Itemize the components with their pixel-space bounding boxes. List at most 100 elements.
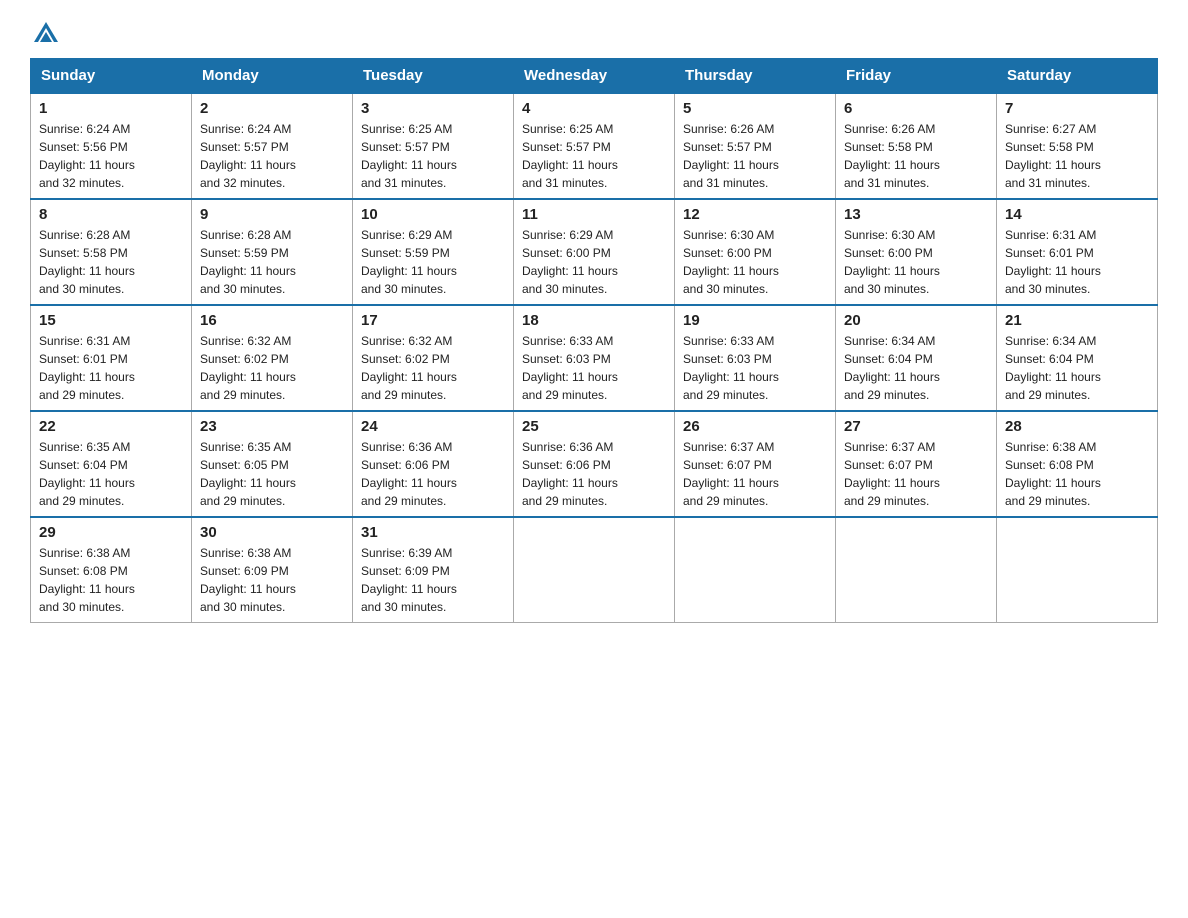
day-number: 24: [361, 418, 505, 435]
day-number: 28: [1005, 418, 1149, 435]
calendar-table: SundayMondayTuesdayWednesdayThursdayFrid…: [30, 58, 1158, 623]
calendar-cell: 25 Sunrise: 6:36 AMSunset: 6:06 PMDaylig…: [514, 411, 675, 517]
calendar-cell: 11 Sunrise: 6:29 AMSunset: 6:00 PMDaylig…: [514, 199, 675, 305]
weekday-header-row: SundayMondayTuesdayWednesdayThursdayFrid…: [31, 59, 1158, 94]
day-number: 2: [200, 100, 344, 117]
day-info: Sunrise: 6:33 AMSunset: 6:03 PMDaylight:…: [683, 332, 827, 404]
weekday-header-tuesday: Tuesday: [353, 59, 514, 94]
calendar-cell: 21 Sunrise: 6:34 AMSunset: 6:04 PMDaylig…: [997, 305, 1158, 411]
calendar-cell: 1 Sunrise: 6:24 AMSunset: 5:56 PMDayligh…: [31, 93, 192, 199]
week-row-3: 15 Sunrise: 6:31 AMSunset: 6:01 PMDaylig…: [31, 305, 1158, 411]
calendar-cell: 4 Sunrise: 6:25 AMSunset: 5:57 PMDayligh…: [514, 93, 675, 199]
week-row-4: 22 Sunrise: 6:35 AMSunset: 6:04 PMDaylig…: [31, 411, 1158, 517]
day-info: Sunrise: 6:29 AMSunset: 5:59 PMDaylight:…: [361, 226, 505, 298]
day-number: 18: [522, 312, 666, 329]
day-number: 1: [39, 100, 183, 117]
calendar-cell: [997, 517, 1158, 623]
day-number: 22: [39, 418, 183, 435]
day-info: Sunrise: 6:31 AMSunset: 6:01 PMDaylight:…: [39, 332, 183, 404]
calendar-cell: 20 Sunrise: 6:34 AMSunset: 6:04 PMDaylig…: [836, 305, 997, 411]
calendar-cell: 31 Sunrise: 6:39 AMSunset: 6:09 PMDaylig…: [353, 517, 514, 623]
day-number: 14: [1005, 206, 1149, 223]
calendar-cell: 18 Sunrise: 6:33 AMSunset: 6:03 PMDaylig…: [514, 305, 675, 411]
day-info: Sunrise: 6:25 AMSunset: 5:57 PMDaylight:…: [522, 120, 666, 192]
day-number: 4: [522, 100, 666, 117]
day-number: 8: [39, 206, 183, 223]
day-info: Sunrise: 6:39 AMSunset: 6:09 PMDaylight:…: [361, 544, 505, 616]
day-number: 3: [361, 100, 505, 117]
calendar-cell: [514, 517, 675, 623]
calendar-cell: 8 Sunrise: 6:28 AMSunset: 5:58 PMDayligh…: [31, 199, 192, 305]
day-info: Sunrise: 6:36 AMSunset: 6:06 PMDaylight:…: [522, 438, 666, 510]
day-info: Sunrise: 6:37 AMSunset: 6:07 PMDaylight:…: [844, 438, 988, 510]
day-number: 10: [361, 206, 505, 223]
day-number: 21: [1005, 312, 1149, 329]
calendar-cell: 16 Sunrise: 6:32 AMSunset: 6:02 PMDaylig…: [192, 305, 353, 411]
calendar-cell: [675, 517, 836, 623]
calendar-cell: 29 Sunrise: 6:38 AMSunset: 6:08 PMDaylig…: [31, 517, 192, 623]
day-info: Sunrise: 6:36 AMSunset: 6:06 PMDaylight:…: [361, 438, 505, 510]
calendar-cell: 10 Sunrise: 6:29 AMSunset: 5:59 PMDaylig…: [353, 199, 514, 305]
day-number: 16: [200, 312, 344, 329]
day-info: Sunrise: 6:35 AMSunset: 6:04 PMDaylight:…: [39, 438, 183, 510]
day-info: Sunrise: 6:38 AMSunset: 6:08 PMDaylight:…: [39, 544, 183, 616]
day-number: 11: [522, 206, 666, 223]
day-info: Sunrise: 6:29 AMSunset: 6:00 PMDaylight:…: [522, 226, 666, 298]
logo-icon: [32, 20, 60, 48]
calendar-cell: 24 Sunrise: 6:36 AMSunset: 6:06 PMDaylig…: [353, 411, 514, 517]
page-header: [30, 20, 1158, 48]
day-info: Sunrise: 6:31 AMSunset: 6:01 PMDaylight:…: [1005, 226, 1149, 298]
day-info: Sunrise: 6:35 AMSunset: 6:05 PMDaylight:…: [200, 438, 344, 510]
weekday-header-thursday: Thursday: [675, 59, 836, 94]
day-number: 6: [844, 100, 988, 117]
day-number: 29: [39, 524, 183, 541]
day-info: Sunrise: 6:25 AMSunset: 5:57 PMDaylight:…: [361, 120, 505, 192]
day-number: 9: [200, 206, 344, 223]
day-info: Sunrise: 6:24 AMSunset: 5:57 PMDaylight:…: [200, 120, 344, 192]
weekday-header-wednesday: Wednesday: [514, 59, 675, 94]
day-info: Sunrise: 6:27 AMSunset: 5:58 PMDaylight:…: [1005, 120, 1149, 192]
calendar-cell: 3 Sunrise: 6:25 AMSunset: 5:57 PMDayligh…: [353, 93, 514, 199]
day-number: 5: [683, 100, 827, 117]
calendar-cell: 26 Sunrise: 6:37 AMSunset: 6:07 PMDaylig…: [675, 411, 836, 517]
day-number: 27: [844, 418, 988, 435]
week-row-5: 29 Sunrise: 6:38 AMSunset: 6:08 PMDaylig…: [31, 517, 1158, 623]
calendar-cell: 12 Sunrise: 6:30 AMSunset: 6:00 PMDaylig…: [675, 199, 836, 305]
day-info: Sunrise: 6:32 AMSunset: 6:02 PMDaylight:…: [200, 332, 344, 404]
calendar-cell: 15 Sunrise: 6:31 AMSunset: 6:01 PMDaylig…: [31, 305, 192, 411]
day-info: Sunrise: 6:28 AMSunset: 5:59 PMDaylight:…: [200, 226, 344, 298]
calendar-cell: 13 Sunrise: 6:30 AMSunset: 6:00 PMDaylig…: [836, 199, 997, 305]
calendar-cell: [836, 517, 997, 623]
weekday-header-saturday: Saturday: [997, 59, 1158, 94]
weekday-header-monday: Monday: [192, 59, 353, 94]
day-info: Sunrise: 6:30 AMSunset: 6:00 PMDaylight:…: [844, 226, 988, 298]
day-info: Sunrise: 6:26 AMSunset: 5:58 PMDaylight:…: [844, 120, 988, 192]
weekday-header-sunday: Sunday: [31, 59, 192, 94]
day-number: 17: [361, 312, 505, 329]
calendar-cell: 30 Sunrise: 6:38 AMSunset: 6:09 PMDaylig…: [192, 517, 353, 623]
week-row-1: 1 Sunrise: 6:24 AMSunset: 5:56 PMDayligh…: [31, 93, 1158, 199]
calendar-cell: 17 Sunrise: 6:32 AMSunset: 6:02 PMDaylig…: [353, 305, 514, 411]
day-info: Sunrise: 6:34 AMSunset: 6:04 PMDaylight:…: [1005, 332, 1149, 404]
day-number: 15: [39, 312, 183, 329]
day-info: Sunrise: 6:33 AMSunset: 6:03 PMDaylight:…: [522, 332, 666, 404]
day-info: Sunrise: 6:30 AMSunset: 6:00 PMDaylight:…: [683, 226, 827, 298]
day-number: 26: [683, 418, 827, 435]
calendar-cell: 14 Sunrise: 6:31 AMSunset: 6:01 PMDaylig…: [997, 199, 1158, 305]
day-info: Sunrise: 6:24 AMSunset: 5:56 PMDaylight:…: [39, 120, 183, 192]
day-info: Sunrise: 6:38 AMSunset: 6:08 PMDaylight:…: [1005, 438, 1149, 510]
day-info: Sunrise: 6:32 AMSunset: 6:02 PMDaylight:…: [361, 332, 505, 404]
day-number: 20: [844, 312, 988, 329]
calendar-cell: 22 Sunrise: 6:35 AMSunset: 6:04 PMDaylig…: [31, 411, 192, 517]
day-number: 30: [200, 524, 344, 541]
day-info: Sunrise: 6:38 AMSunset: 6:09 PMDaylight:…: [200, 544, 344, 616]
day-info: Sunrise: 6:34 AMSunset: 6:04 PMDaylight:…: [844, 332, 988, 404]
day-info: Sunrise: 6:26 AMSunset: 5:57 PMDaylight:…: [683, 120, 827, 192]
day-number: 31: [361, 524, 505, 541]
calendar-cell: 28 Sunrise: 6:38 AMSunset: 6:08 PMDaylig…: [997, 411, 1158, 517]
calendar-cell: 5 Sunrise: 6:26 AMSunset: 5:57 PMDayligh…: [675, 93, 836, 199]
logo: [30, 20, 62, 48]
calendar-cell: 7 Sunrise: 6:27 AMSunset: 5:58 PMDayligh…: [997, 93, 1158, 199]
calendar-cell: 2 Sunrise: 6:24 AMSunset: 5:57 PMDayligh…: [192, 93, 353, 199]
day-number: 13: [844, 206, 988, 223]
